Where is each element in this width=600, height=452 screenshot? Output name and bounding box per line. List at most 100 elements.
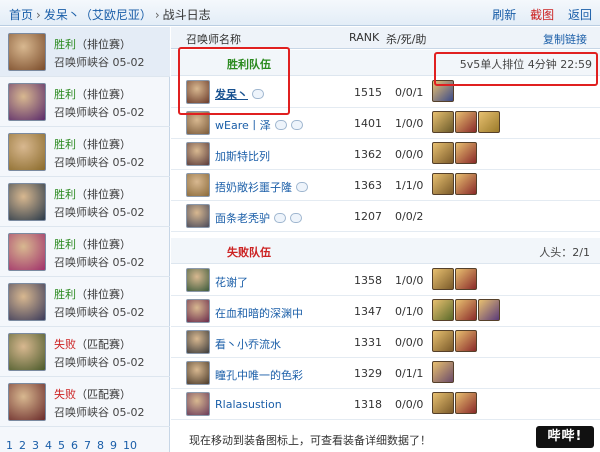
match-map-line: 召唤师峡谷 05-02 — [54, 104, 144, 120]
player-name[interactable]: 捂奶敞衫噩子隆 — [215, 179, 308, 195]
player-name[interactable]: 加斯特比列 — [215, 148, 270, 164]
losing-team-header: 失败队伍 人头：2/1 — [171, 238, 600, 264]
page-link[interactable]: 10 — [123, 439, 137, 452]
match-mode: （排位赛） — [76, 138, 131, 151]
player-row: 看丶小乔流水 1331 0/0/0 — [171, 327, 600, 358]
item-icon[interactable] — [432, 330, 454, 352]
item-icon[interactable] — [432, 361, 454, 383]
match-map: 召唤师峡谷 — [54, 306, 109, 319]
champion-avatar — [8, 133, 46, 171]
match-list-item[interactable]: 失败（匹配赛） 召唤师峡谷 05-02 — [0, 377, 170, 427]
match-map: 召唤师峡谷 — [54, 156, 109, 169]
item-icon[interactable] — [455, 392, 477, 414]
player-kda: 0/0/0 — [395, 336, 424, 349]
page-link[interactable]: 7 — [84, 439, 91, 452]
breadcrumb-home-link[interactable]: 首页 — [9, 8, 33, 22]
item-icon[interactable] — [478, 111, 500, 133]
match-list-item[interactable]: 胜利（排位赛） 召唤师峡谷 05-02 — [0, 127, 170, 177]
champion-avatar — [8, 233, 46, 271]
player-name-text: Rlalasustion — [215, 398, 282, 411]
item-icon[interactable] — [455, 299, 477, 321]
player-name-text: 花谢了 — [215, 276, 248, 289]
item-slots — [432, 111, 501, 133]
item-icon[interactable] — [455, 268, 477, 290]
watermark-logo: 哔哔! — [536, 426, 594, 448]
match-date: 05-02 — [112, 56, 145, 69]
match-list-item[interactable]: 胜利（排位赛） 召唤师峡谷 05-02 — [0, 227, 170, 277]
breadcrumb-player-link[interactable]: 发呆丶（艾欧尼亚） — [44, 8, 152, 22]
player-name[interactable]: 在血和暗的深渊中 — [215, 305, 303, 321]
match-mode: （排位赛） — [76, 38, 131, 51]
player-name[interactable]: Rlalasustion — [215, 398, 282, 411]
item-slots — [432, 142, 478, 164]
champion-avatar — [8, 33, 46, 71]
player-name[interactable]: 花谢了 — [215, 274, 248, 290]
page-link[interactable]: 3 — [32, 439, 39, 452]
copy-link-button[interactable]: 复制链接 — [543, 31, 587, 47]
page-link[interactable]: 4 — [45, 439, 52, 452]
shield-icon — [274, 213, 286, 223]
item-icon[interactable] — [478, 299, 500, 321]
item-icon[interactable] — [455, 142, 477, 164]
back-link[interactable]: 返回 — [568, 8, 592, 22]
champion-icon — [186, 204, 210, 228]
match-map-line: 召唤师峡谷 05-02 — [54, 54, 144, 70]
page-link[interactable]: 1 — [6, 439, 13, 452]
player-row: 加斯特比列 1362 0/0/0 — [171, 139, 600, 170]
page-link[interactable]: 8 — [97, 439, 104, 452]
page-link[interactable]: 5 — [58, 439, 65, 452]
match-result: 胜利 — [54, 188, 76, 201]
match-map: 召唤师峡谷 — [54, 256, 109, 269]
match-map: 召唤师峡谷 — [54, 406, 109, 419]
champion-icon — [186, 392, 210, 416]
page-link[interactable]: 2 — [19, 439, 26, 452]
player-name[interactable]: 看丶小乔流水 — [215, 336, 281, 352]
item-icon[interactable] — [455, 173, 477, 195]
item-icon[interactable] — [432, 268, 454, 290]
player-name[interactable]: wEare丨泽 — [215, 117, 303, 133]
player-name[interactable]: 瞳孔中唯一的色彩 — [215, 367, 303, 383]
match-result-line: 胜利（排位赛） — [54, 236, 131, 252]
column-header-rank: RANK — [349, 31, 380, 44]
match-list-item[interactable]: 胜利（排位赛） 召唤师峡谷 05-02 — [0, 177, 170, 227]
match-date: 05-02 — [112, 256, 145, 269]
item-icon[interactable] — [432, 299, 454, 321]
losing-team-label: 失败队伍 — [227, 246, 271, 259]
item-icon[interactable] — [432, 111, 454, 133]
match-map: 召唤师峡谷 — [54, 106, 109, 119]
player-kda: 0/0/2 — [395, 210, 424, 223]
player-row: 在血和暗的深渊中 1347 0/1/0 — [171, 296, 600, 327]
player-kda: 1/0/0 — [395, 274, 424, 287]
item-icon[interactable] — [455, 111, 477, 133]
player-name[interactable]: 面条老秃驴 — [215, 210, 302, 226]
item-icon[interactable] — [455, 330, 477, 352]
player-name-text: 看丶小乔流水 — [215, 338, 281, 351]
item-icon[interactable] — [432, 142, 454, 164]
refresh-link[interactable]: 刷新 — [492, 8, 516, 22]
screenshot-link[interactable]: 截图 — [530, 8, 554, 22]
item-icon[interactable] — [432, 392, 454, 414]
item-icon[interactable] — [432, 173, 454, 195]
page-link[interactable]: 9 — [110, 439, 117, 452]
item-slots — [432, 392, 478, 414]
breadcrumb-current: 战斗日志 — [162, 8, 211, 22]
page-link[interactable]: 6 — [71, 439, 78, 452]
match-list-item[interactable]: 胜利（排位赛） 召唤师峡谷 05-02 — [0, 277, 170, 327]
match-map-line: 召唤师峡谷 05-02 — [54, 254, 144, 270]
player-rank: 1329 — [354, 367, 382, 380]
match-list-item[interactable]: 胜利（排位赛） 召唤师峡谷 05-02 — [0, 27, 170, 77]
item-slots — [432, 268, 478, 290]
hand-icon — [296, 182, 308, 192]
match-list-item[interactable]: 胜利（排位赛） 召唤师峡谷 05-02 — [0, 77, 170, 127]
match-list-item[interactable]: 失败（匹配赛） 召唤师峡谷 05-02 — [0, 327, 170, 377]
match-result: 胜利 — [54, 238, 76, 251]
match-result-line: 胜利（排位赛） — [54, 36, 131, 52]
player-kda: 0/1/1 — [395, 367, 424, 380]
match-result: 胜利 — [54, 288, 76, 301]
champion-icon — [186, 299, 210, 323]
match-result: 失败 — [54, 388, 76, 401]
match-date: 05-02 — [112, 356, 145, 369]
champion-avatar — [8, 83, 46, 121]
item-slots — [432, 299, 501, 321]
pagination: 1 2 3 4 5 6 7 8 9 10 — [6, 439, 143, 452]
